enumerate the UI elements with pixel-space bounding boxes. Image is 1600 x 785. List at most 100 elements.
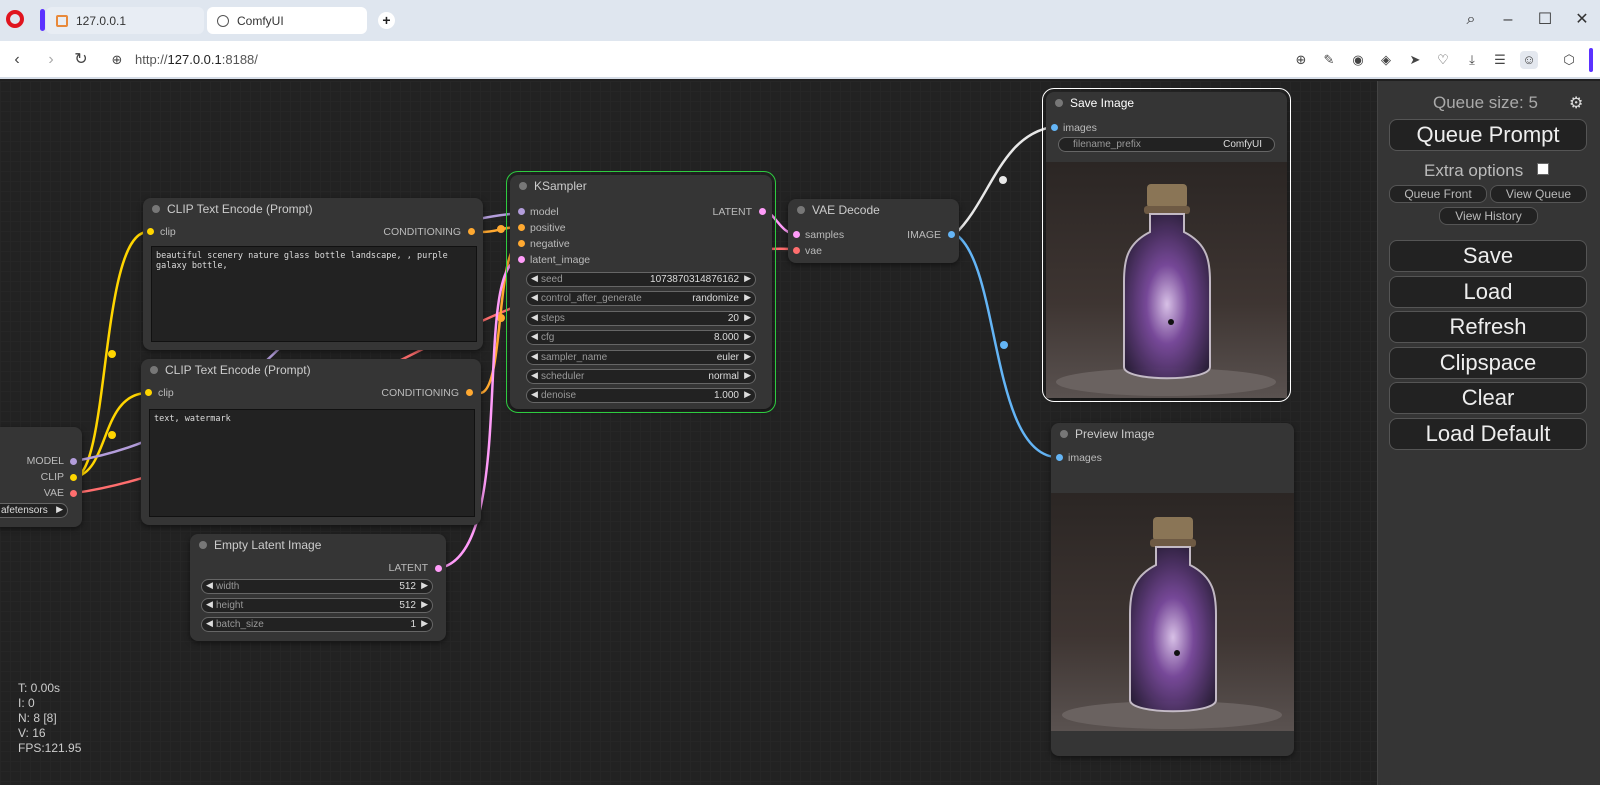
url-field[interactable]: http://127.0.0.1:8188/	[135, 52, 258, 67]
refresh-button[interactable]: Refresh	[1389, 311, 1587, 343]
input-model-pin[interactable]	[518, 208, 525, 215]
node-save-image[interactable]: Save Image images filename_prefix ComfyUI	[1042, 88, 1291, 402]
collapse-dot-icon[interactable]	[797, 206, 805, 214]
arrow-left-icon[interactable]: ◀	[531, 351, 538, 362]
input-samples-pin[interactable]	[793, 231, 800, 238]
graph-canvas[interactable]: MODEL CLIP VAE afetensors ▶ CLIP Text En…	[0, 81, 1377, 785]
collapse-dot-icon[interactable]	[1060, 430, 1068, 438]
arrow-left-icon[interactable]: ◀	[531, 389, 538, 400]
generated-image[interactable]	[1046, 162, 1287, 398]
arrow-left-icon[interactable]: ◀	[206, 580, 213, 591]
node-clip-text-encode-negative[interactable]: CLIP Text Encode (Prompt) clip CONDITION…	[141, 359, 481, 525]
forward-icon[interactable]: ›	[40, 49, 62, 71]
extension-icon[interactable]: ⬡	[1560, 51, 1578, 69]
input-images-pin[interactable]	[1056, 454, 1063, 461]
prompt-textarea[interactable]: text, watermark	[149, 409, 475, 517]
arrow-right-icon[interactable]: ▶	[744, 351, 751, 362]
output-image-pin[interactable]	[948, 231, 955, 238]
queue-front-button[interactable]: Queue Front	[1389, 185, 1487, 203]
ksampler-widget-denoise[interactable]: ◀ denoise 1.000 ▶	[526, 388, 756, 404]
ksampler-widget-seed[interactable]: ◀ seed 1073870314876162 ▶	[526, 272, 756, 287]
send-icon[interactable]: ➤	[1406, 51, 1424, 69]
ksampler-widget-sampler-name[interactable]: ◀ sampler_name euler ▶	[526, 349, 756, 365]
search-icon[interactable]: ⌕	[1459, 8, 1483, 32]
arrow-left-icon[interactable]: ◀	[531, 370, 538, 381]
arrow-left-icon[interactable]: ◀	[531, 331, 538, 342]
ksampler-widget-steps[interactable]: ◀ steps 20 ▶	[526, 310, 756, 326]
collapse-dot-icon[interactable]	[150, 366, 158, 374]
collapse-dot-icon[interactable]	[152, 205, 160, 213]
output-conditioning-pin[interactable]	[466, 389, 473, 396]
tab-localhost[interactable]: 127.0.0.1	[46, 7, 204, 34]
arrow-right-icon[interactable]: ▶	[421, 599, 428, 610]
gear-icon[interactable]: ⚙	[1569, 93, 1583, 113]
arrow-right-icon[interactable]: ▶	[421, 580, 428, 591]
output-conditioning-pin[interactable]	[468, 228, 475, 235]
input-latent-pin[interactable]	[518, 256, 525, 263]
arrow-right-icon[interactable]: ▶	[744, 292, 751, 303]
back-icon[interactable]: ‹	[6, 49, 28, 71]
arrow-right-icon[interactable]: ▶	[744, 370, 751, 381]
site-info-icon[interactable]: ⊕	[106, 49, 128, 71]
opera-logo-icon[interactable]	[6, 10, 24, 28]
view-history-button[interactable]: View History	[1439, 207, 1538, 225]
input-negative-pin[interactable]	[518, 240, 525, 247]
input-vae-pin[interactable]	[793, 247, 800, 254]
close-icon[interactable]: ✕	[1570, 8, 1594, 32]
load-button[interactable]: Load	[1389, 276, 1587, 308]
collapse-dot-icon[interactable]	[1055, 99, 1063, 107]
batch-size-widget[interactable]: ◀ batch_size 1 ▶	[201, 617, 433, 632]
output-latent-pin[interactable]	[759, 208, 766, 215]
settings-icon[interactable]: ☰	[1491, 51, 1509, 69]
collapse-dot-icon[interactable]	[519, 182, 527, 190]
arrow-right-icon[interactable]: ▶	[744, 312, 751, 323]
node-vae-decode[interactable]: VAE Decode samples vae IMAGE	[788, 199, 959, 263]
extra-options-checkbox[interactable]	[1537, 163, 1549, 175]
arrow-left-icon[interactable]: ◀	[531, 273, 538, 284]
shield-icon[interactable]: ◈	[1377, 51, 1395, 69]
clipspace-button[interactable]: Clipspace	[1389, 347, 1587, 379]
edit-icon[interactable]: ✎	[1320, 51, 1338, 69]
collapse-dot-icon[interactable]	[199, 541, 207, 549]
profile-icon[interactable]: ☺	[1520, 51, 1538, 69]
minimize-icon[interactable]: –	[1496, 8, 1520, 32]
ksampler-widget-scheduler[interactable]: ◀ scheduler normal ▶	[526, 369, 756, 384]
input-clip-pin[interactable]	[147, 228, 154, 235]
queue-prompt-button[interactable]: Queue Prompt	[1389, 119, 1587, 151]
clear-button[interactable]: Clear	[1389, 382, 1587, 414]
arrow-right-icon[interactable]: ▶	[744, 331, 751, 342]
reload-icon[interactable]: ↻	[70, 49, 92, 71]
arrow-right-icon[interactable]: ▶	[56, 504, 63, 515]
heart-icon[interactable]: ♡	[1434, 51, 1452, 69]
filename-prefix-widget[interactable]: filename_prefix ComfyUI	[1058, 137, 1275, 152]
node-checkpoint-loader[interactable]: MODEL CLIP VAE afetensors ▶	[0, 427, 82, 527]
output-latent-pin[interactable]	[435, 565, 442, 572]
input-clip-pin[interactable]	[145, 389, 152, 396]
zoom-icon[interactable]: ⊕	[1292, 51, 1310, 69]
output-clip-pin[interactable]	[70, 474, 77, 481]
input-images-pin[interactable]	[1051, 124, 1058, 131]
ksampler-widget-cfg[interactable]: ◀ cfg 8.000 ▶	[526, 330, 756, 346]
arrow-left-icon[interactable]: ◀	[206, 599, 213, 610]
ksampler-widget-control-after-generate[interactable]: ◀ control_after_generate randomize ▶	[526, 291, 756, 307]
arrow-right-icon[interactable]: ▶	[421, 618, 428, 629]
view-queue-button[interactable]: View Queue	[1490, 185, 1587, 203]
arrow-right-icon[interactable]: ▶	[744, 273, 751, 284]
output-model-pin[interactable]	[70, 458, 77, 465]
download-icon[interactable]: ⤓	[1463, 51, 1481, 69]
save-button[interactable]: Save	[1389, 240, 1587, 272]
arrow-left-icon[interactable]: ◀	[531, 312, 538, 323]
input-positive-pin[interactable]	[518, 224, 525, 231]
preview-image[interactable]	[1051, 493, 1294, 731]
node-empty-latent-image[interactable]: Empty Latent Image LATENT ◀ width 512 ▶ ◀ he…	[190, 534, 446, 641]
tab-comfyui[interactable]: ComfyUI	[207, 7, 367, 34]
maximize-icon[interactable]: ☐	[1533, 8, 1557, 32]
arrow-left-icon[interactable]: ◀	[206, 618, 213, 629]
width-widget[interactable]: ◀ width 512 ▶	[201, 579, 433, 594]
load-default-button[interactable]: Load Default	[1389, 418, 1587, 450]
output-vae-pin[interactable]	[70, 490, 77, 497]
new-tab-button[interactable]: +	[378, 12, 395, 29]
ckpt-name-widget[interactable]: afetensors ▶	[0, 503, 68, 518]
arrow-right-icon[interactable]: ▶	[744, 389, 751, 400]
arrow-left-icon[interactable]: ◀	[531, 292, 538, 303]
